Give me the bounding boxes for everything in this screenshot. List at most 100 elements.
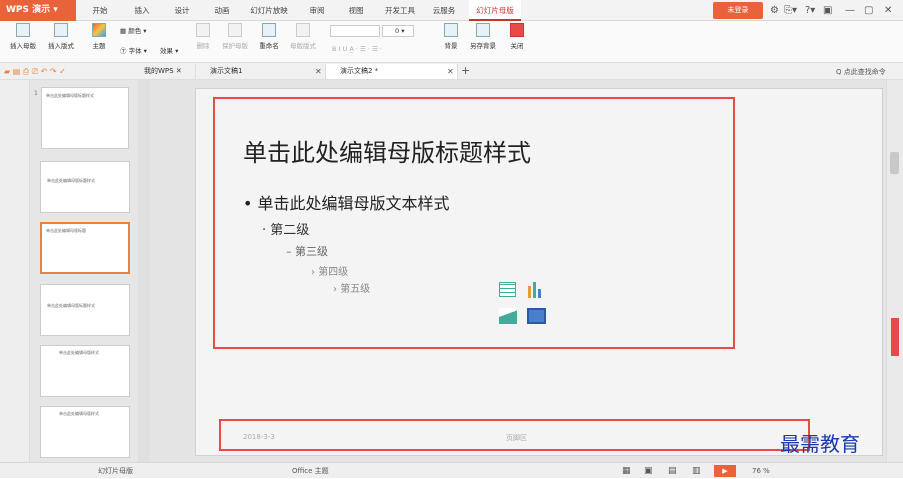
insert-layout-button[interactable]: 插入版式 — [44, 23, 78, 50]
menu-view[interactable]: 视图 — [343, 0, 369, 21]
search-command-label: 点此查找命令 — [843, 68, 886, 76]
rename-button[interactable]: 重命名 — [256, 23, 282, 50]
theme-button[interactable]: 主题 — [88, 23, 110, 50]
share-icon[interactable]: ⎘▾ — [784, 4, 797, 17]
view-normal-icon[interactable]: ▦ — [622, 463, 631, 479]
close-master-icon — [510, 23, 524, 37]
fonts-label: 字体 — [128, 47, 142, 55]
view-notes-icon[interactable]: ▥ — [692, 463, 701, 479]
status-theme-name: Office 主题 — [292, 467, 329, 475]
menu-developer[interactable]: 开发工具 — [380, 0, 420, 21]
tab-presentation-1[interactable]: 演示文稿1 — [196, 64, 326, 79]
zoom-level[interactable]: 76 % — [752, 463, 770, 479]
protect-master-icon — [228, 23, 242, 37]
highlight-footer-area — [219, 419, 810, 451]
document-tab-bar: ▰ ▤ ⎙ ⎚ ↶ ↷ ✓ 我的WPS ✕ 演示文稿1 ✕ 演示文稿2 * ✕ … — [0, 63, 903, 80]
menu-home[interactable]: 开始 — [86, 0, 114, 21]
ribbon: 插入母版 插入版式 主题 ▦ 颜色 ▾ Ⓣ 字体 ▾ 效果 ▾ 删除 保护母版 … — [0, 21, 903, 63]
app-name: WPS 演示 — [6, 5, 51, 15]
menu-review[interactable]: 审阅 — [304, 0, 330, 21]
menu-slideshow[interactable]: 幻灯片放映 — [246, 0, 292, 21]
font-name-select[interactable] — [330, 25, 380, 37]
delete-icon — [196, 23, 210, 37]
master-layout-icon — [296, 23, 310, 37]
format-buttons[interactable]: B I U A̲ · ☰ · ☰ · — [332, 45, 382, 53]
close-icon[interactable]: ✕ — [884, 4, 892, 17]
watermark-text: 最需教育 — [780, 432, 860, 456]
colors-button[interactable]: ▦ 颜色 ▾ — [120, 25, 147, 35]
close-master-button[interactable]: 关闭 — [506, 23, 528, 50]
rename-label: 重命名 — [259, 42, 279, 50]
help-icon[interactable]: ?▾ — [805, 4, 815, 17]
fonts-button[interactable]: Ⓣ 字体 ▾ — [120, 45, 147, 55]
restore-icon[interactable]: ▣ — [823, 4, 832, 17]
tab-presentation-2-label: 演示文稿2 * — [340, 67, 379, 75]
theme-label: 主题 — [92, 42, 106, 50]
thumbnail-layout-two-content[interactable]: 单击此处编辑母版样式 — [40, 345, 130, 397]
tab-my-wps-label: 我的WPS — [144, 67, 174, 75]
skin-icon[interactable]: ⚙ — [770, 4, 779, 17]
tab-presentation-2[interactable]: 演示文稿2 * — [326, 64, 458, 79]
thumbnail-layout-section[interactable]: 单击此处编辑母版标题样式 — [40, 284, 130, 336]
view-sorter-icon[interactable]: ▣ — [644, 463, 653, 479]
effects-button[interactable]: 效果 ▾ — [160, 45, 178, 55]
minimize-icon[interactable]: — — [845, 4, 855, 17]
vertical-scrollbar[interactable] — [886, 80, 903, 462]
theme-icon — [92, 23, 106, 37]
menu-cloud[interactable]: 云服务 — [428, 0, 460, 21]
save-background-button[interactable]: 另存背景 — [466, 23, 500, 50]
master-layout-label: 母版版式 — [290, 42, 316, 50]
play-slideshow-button[interactable]: ▶ — [714, 465, 736, 477]
thumbnail-layout-title[interactable]: 单击此处编辑母版标题样式 — [40, 161, 130, 213]
status-view-name: 幻灯片母版 — [98, 467, 133, 475]
scroll-marker — [891, 318, 899, 356]
maximize-icon[interactable]: ▢ — [864, 4, 873, 17]
thumbnail-title: 单击此处编辑母版样式 — [59, 411, 99, 416]
insert-master-icon — [16, 23, 30, 37]
left-tool-strip — [0, 80, 30, 462]
quick-access-toolbar[interactable]: ▰ ▤ ⎙ ⎚ ↶ ↷ ✓ — [4, 65, 66, 78]
insert-master-button[interactable]: 插入母版 — [6, 23, 40, 50]
background-icon — [444, 23, 458, 37]
thumbnail-layout-content[interactable]: 单击此处编辑母版标题 — [40, 222, 130, 274]
thumbnail-master[interactable]: 单击此处编辑母版标题样式 — [41, 87, 129, 149]
status-bar: 幻灯片母版 Office 主题 ▦ ▣ ▤ ▥ ▶ 76 % — [0, 462, 903, 478]
save-background-icon — [476, 23, 490, 37]
protect-master-button[interactable]: 保护母版 — [218, 23, 252, 50]
save-background-label: 另存背景 — [470, 42, 496, 50]
font-size-select[interactable]: 0 ▾ — [382, 25, 414, 37]
background-button[interactable]: 背景 — [440, 23, 462, 50]
scroll-thumb[interactable] — [890, 152, 899, 174]
delete-button[interactable]: 删除 — [192, 23, 214, 50]
thumbnail-title: 单击此处编辑母版标题样式 — [47, 178, 95, 183]
insert-master-label: 插入母版 — [10, 42, 36, 50]
thumbnail-title: 单击此处编辑母版标题样式 — [47, 303, 95, 308]
effects-label: 效果 — [160, 47, 173, 55]
protect-master-label: 保护母版 — [222, 42, 248, 50]
menu-design[interactable]: 设计 — [168, 0, 196, 21]
new-tab-icon[interactable]: + — [461, 64, 470, 77]
tab-my-wps[interactable]: 我的WPS ✕ — [130, 64, 196, 79]
close-master-label: 关闭 — [510, 42, 524, 50]
login-button[interactable]: 未登录 — [713, 2, 763, 19]
thumbnail-number: 1 — [34, 90, 38, 97]
view-reading-icon[interactable]: ▤ — [668, 463, 677, 479]
font-size-value: 0 — [395, 27, 400, 35]
menu-slide-master[interactable]: 幻灯片母版 — [469, 0, 521, 21]
thumbnail-layout-comparison[interactable]: 单击此处编辑母版样式 — [40, 406, 130, 458]
search-command[interactable]: Q 点此查找命令 — [836, 66, 886, 79]
menu-animation[interactable]: 动画 — [208, 0, 236, 21]
thumbnail-title: 单击此处编辑母版标题 — [46, 228, 86, 233]
tab-close-icon[interactable]: ✕ — [315, 65, 322, 78]
title-bar: WPS 演示 ▾ 开始 插入 设计 动画 幻灯片放映 审阅 视图 开发工具 云服… — [0, 0, 903, 21]
master-layout-button[interactable]: 母版版式 — [286, 23, 320, 50]
tab-presentation-1-label: 演示文稿1 — [210, 67, 243, 75]
thumbnail-scrollbar[interactable] — [138, 80, 150, 462]
tab-close-icon-2[interactable]: ✕ — [447, 65, 454, 78]
insert-layout-label: 插入版式 — [48, 42, 74, 50]
menu-insert[interactable]: 插入 — [128, 0, 156, 21]
app-menu-button[interactable]: WPS 演示 ▾ — [0, 0, 76, 21]
highlight-body-area — [213, 97, 735, 349]
delete-label: 删除 — [196, 42, 210, 50]
insert-layout-icon — [54, 23, 68, 37]
